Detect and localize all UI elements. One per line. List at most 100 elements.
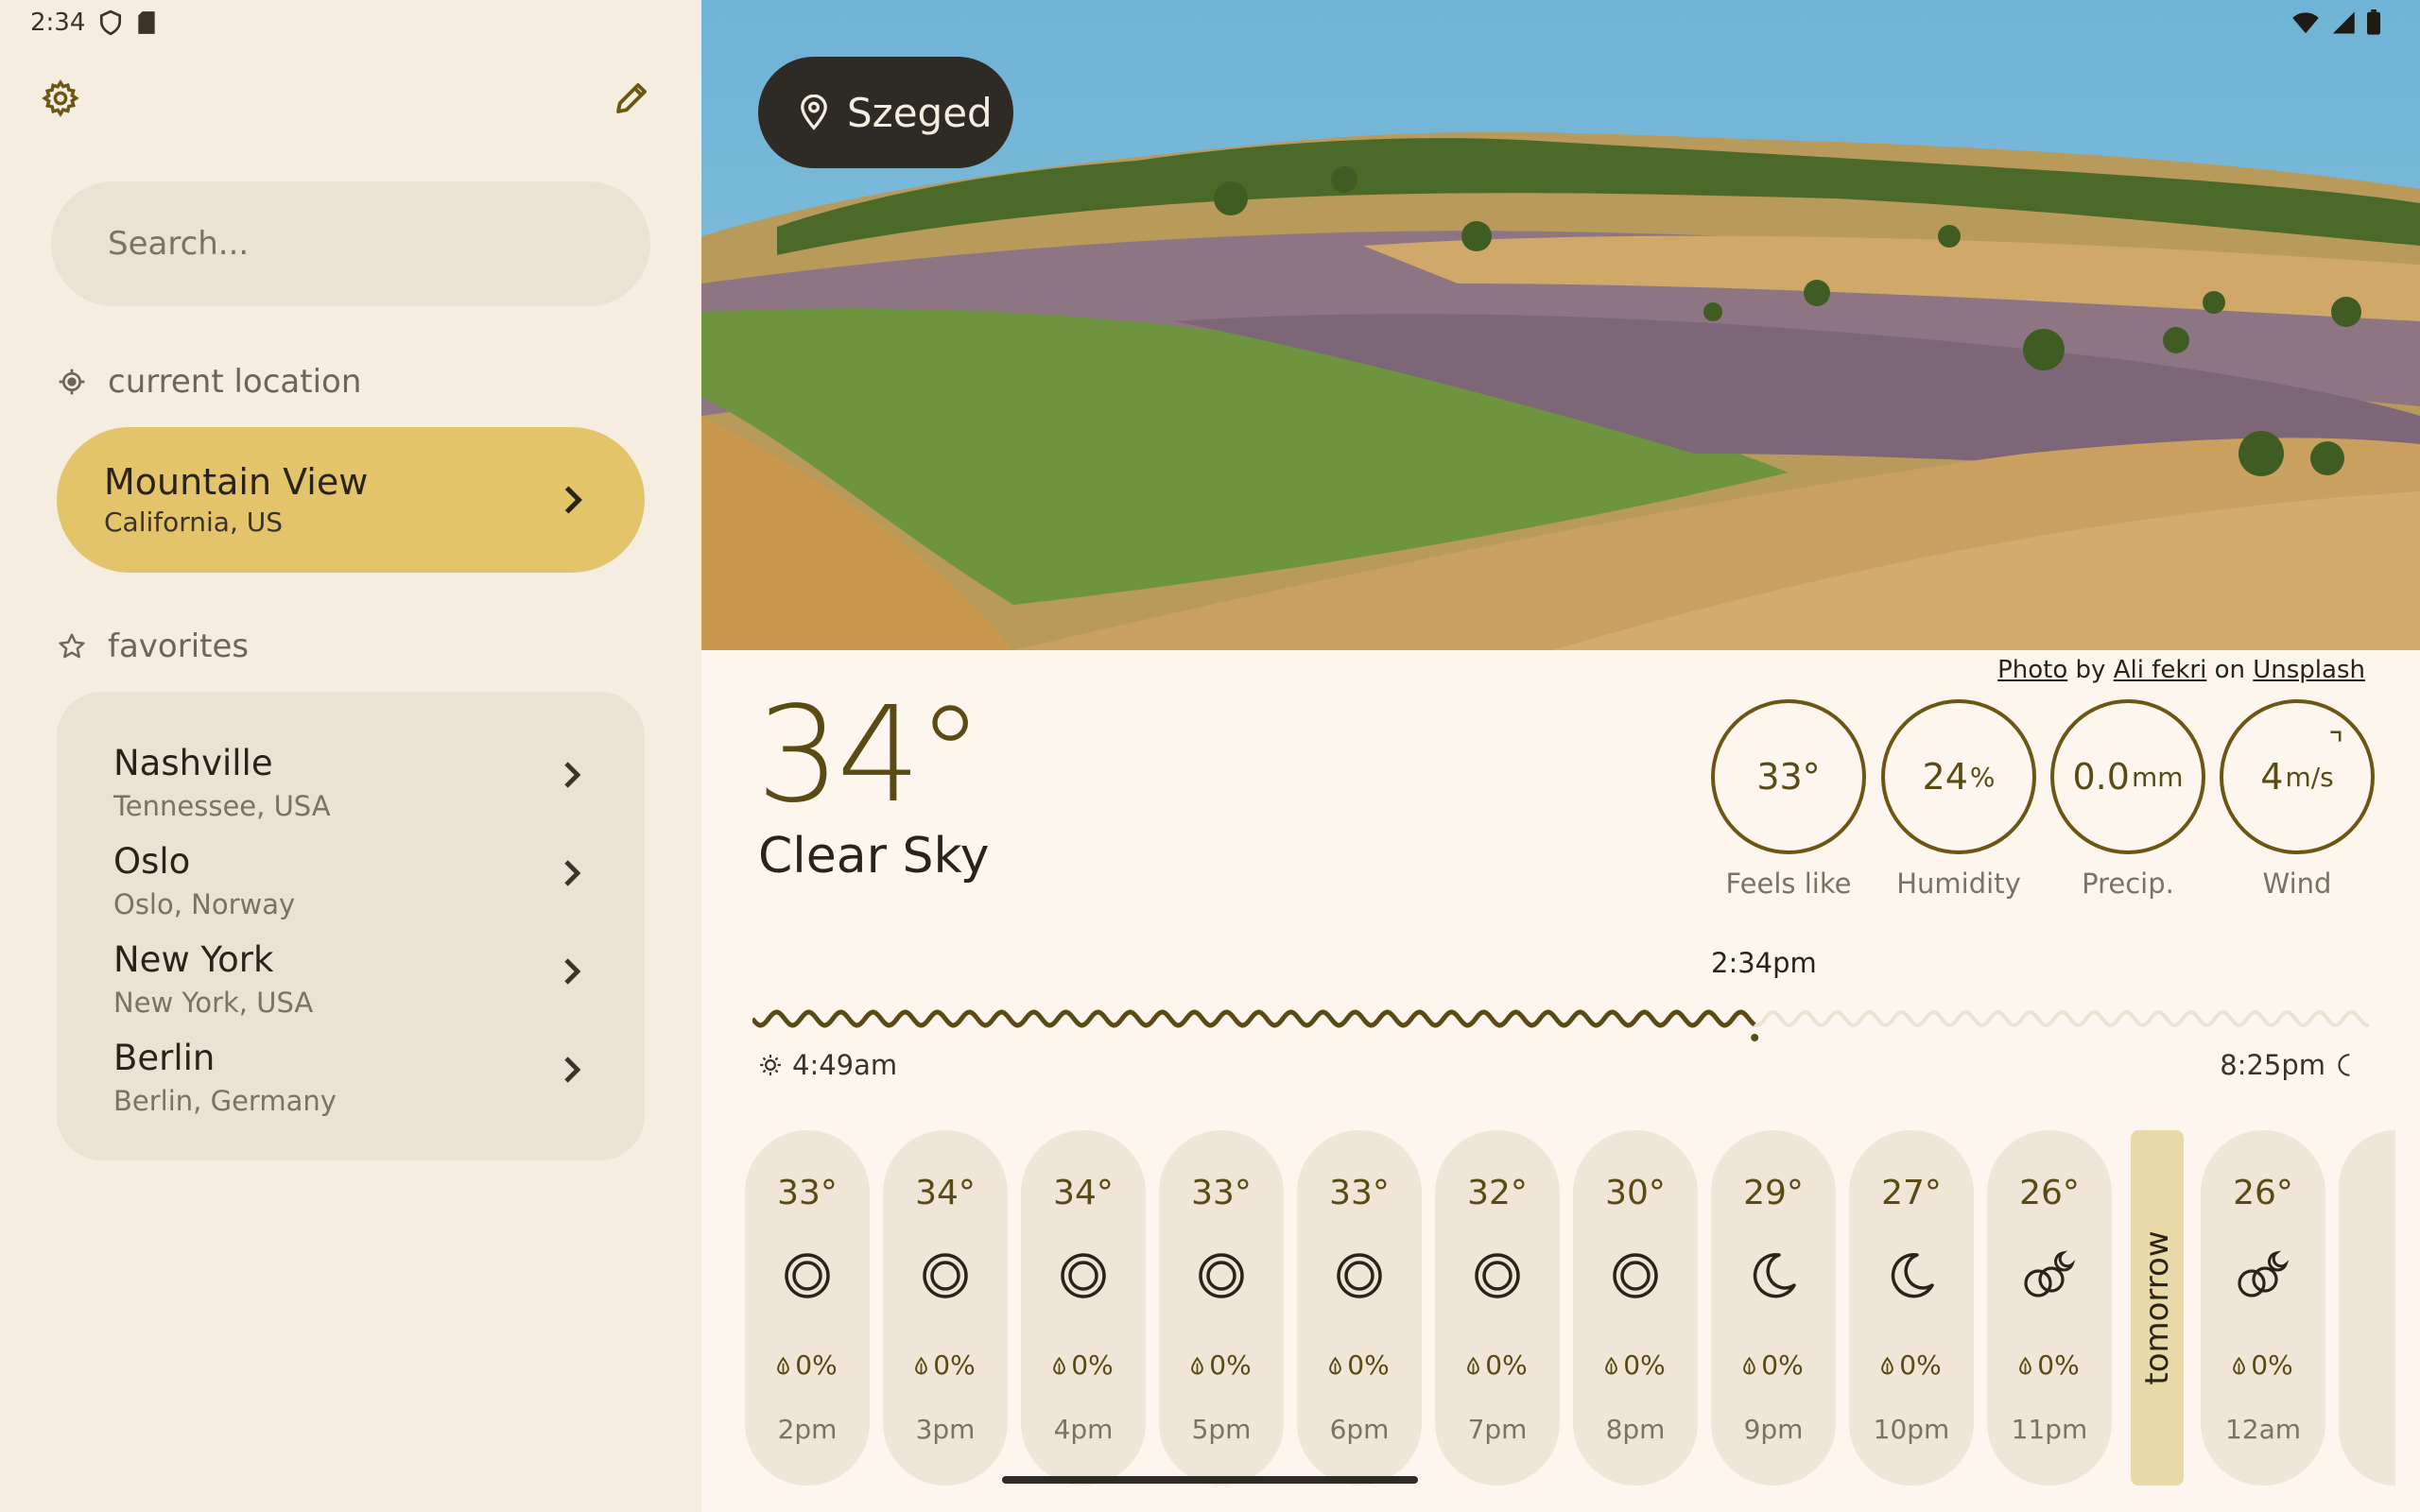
hour-card[interactable]: 26° 0% 11pm <box>1987 1130 2112 1486</box>
hour-temp: 29° <box>1743 1174 1804 1212</box>
hour-precip: 0% <box>1573 1349 1698 1381</box>
moon-small-icon <box>2338 1054 2350 1076</box>
humidity-circle: 24% <box>1881 699 2036 854</box>
sun-icon <box>1193 1247 1250 1304</box>
favorite-item-berlin[interactable]: Berlin Berlin, Germany <box>57 1038 645 1136</box>
hour-precip: 0% <box>1021 1349 1146 1381</box>
sunset-time: 8:25pm <box>2220 1049 2325 1081</box>
search-input[interactable]: Search... <box>51 181 650 306</box>
favorites-header: favorites <box>57 627 249 665</box>
sunrise: 4:49am <box>758 1049 897 1081</box>
current-location-card[interactable]: Mountain View California, US <box>57 427 645 573</box>
sun-small-icon <box>760 1055 781 1075</box>
hour-precip-value: 0% <box>1485 1349 1528 1381</box>
sun-icon <box>1607 1247 1664 1304</box>
hour-label: 10pm <box>1873 1414 1950 1445</box>
favorite-city-region: Tennessee, USA <box>113 790 331 822</box>
feels-like-circle: 33° <box>1711 699 1866 854</box>
hour-temp: 33° <box>1191 1174 1252 1212</box>
sidebar: 2:34 Search... current location Mountain… <box>0 0 701 1512</box>
location-chip[interactable]: Szeged <box>758 57 1013 168</box>
hour-temp: 26° <box>2233 1174 2293 1212</box>
precip-value: 0.0 <box>2072 756 2130 798</box>
status-bar-right <box>2291 9 2382 36</box>
wind-unit: m/s <box>2285 761 2334 793</box>
gesture-nav-bar[interactable] <box>1002 1476 1418 1484</box>
hour-precip-value: 0% <box>1209 1349 1252 1381</box>
current-location-label: current location <box>108 363 362 401</box>
chevron-right-icon <box>564 958 581 985</box>
partly-cloudy-night-icon <box>2021 1247 2078 1304</box>
favorite-item-nashville[interactable]: Nashville Tennessee, USA <box>57 743 645 841</box>
chevron-right-icon <box>564 486 582 514</box>
photo-credit: Photo by Ali fekri on Unsplash <box>1997 656 2365 684</box>
current-city-name: Mountain View <box>104 461 369 503</box>
hour-label: 8pm <box>1605 1414 1666 1445</box>
hour-card[interactable]: 29° 0% 9pm <box>1711 1130 1836 1486</box>
map-pin-icon <box>801 94 827 130</box>
shield-icon <box>100 9 122 36</box>
hour-card[interactable]: 33° 0% 6pm <box>1297 1130 1422 1486</box>
hour-precip-value: 0% <box>1623 1349 1666 1381</box>
favorite-item-new-york[interactable]: New York New York, USA <box>57 939 645 1038</box>
photo-link[interactable]: Photo <box>1997 656 2067 684</box>
hour-precip-value: 0% <box>1347 1349 1390 1381</box>
humidity-unit: % <box>1969 761 1996 793</box>
hour-card[interactable]: 33° 0% 2pm <box>745 1130 870 1486</box>
hour-card[interactable]: 30° 0% 8pm <box>1573 1130 1698 1486</box>
hour-temp: 30° <box>1605 1174 1666 1212</box>
unsplash-link[interactable]: Unsplash <box>2253 656 2365 684</box>
star-icon <box>59 633 85 659</box>
crosshair-icon <box>59 369 85 395</box>
hour-temp: 32° <box>1467 1174 1528 1212</box>
settings-button[interactable] <box>30 68 91 129</box>
hour-precip: 0% <box>1849 1349 1974 1381</box>
credit-on: on <box>2214 656 2245 684</box>
hour-card[interactable]: 27° 0% 10pm <box>1849 1130 1974 1486</box>
sunset: 8:25pm <box>2220 1049 2356 1081</box>
status-bar-left: 2:34 <box>30 8 157 38</box>
hour-label: 12am <box>2224 1414 2302 1445</box>
weather-condition: Clear Sky <box>758 828 990 885</box>
hour-card[interactable]: 33° 0% 5pm <box>1159 1130 1284 1486</box>
status-time: 2:34 <box>30 9 86 37</box>
hour-precip-value: 0% <box>2251 1349 2293 1381</box>
sun-icon <box>1469 1247 1526 1304</box>
hour-temp: 34° <box>915 1174 976 1212</box>
current-temperature: 34° <box>756 679 983 833</box>
hour-precip-value: 0% <box>1071 1349 1114 1381</box>
partly-cloudy-night-icon <box>2235 1247 2291 1304</box>
hour-card[interactable]: 34° 0% 4pm <box>1021 1130 1146 1486</box>
hour-card[interactable]: 32° 0% 7pm <box>1435 1130 1560 1486</box>
hour-label: 5pm <box>1191 1414 1252 1445</box>
battery-icon <box>2367 9 2380 35</box>
precip-label: Precip. <box>2082 868 2174 900</box>
edit-button[interactable] <box>601 68 662 129</box>
hour-precip: 0% <box>1297 1349 1422 1381</box>
favorite-city-name: New York <box>113 939 274 980</box>
chevron-right-icon <box>564 762 581 788</box>
feels-like-value: 33° <box>1756 756 1821 798</box>
favorite-item-oslo[interactable]: Oslo Oslo, Norway <box>57 841 645 939</box>
hour-precip: 0% <box>1711 1349 1836 1381</box>
chevron-right-icon <box>564 1057 581 1083</box>
author-link[interactable]: Ali fekri <box>2114 656 2207 684</box>
hour-precip-value: 0% <box>1761 1349 1804 1381</box>
now-dot <box>1751 1034 1759 1041</box>
hour-card-partial[interactable] <box>2339 1130 2395 1486</box>
hour-precip: 0% <box>1987 1349 2112 1381</box>
hour-temp: 33° <box>1329 1174 1390 1212</box>
hour-precip-value: 0% <box>2037 1349 2080 1381</box>
precip-circle: 0.0 mm <box>2050 699 2205 854</box>
hour-card[interactable]: 26° 0% 12am <box>2201 1130 2325 1486</box>
favorite-city-name: Berlin <box>113 1038 216 1078</box>
credit-by: by <box>2075 656 2106 684</box>
hour-precip: 0% <box>1435 1349 1560 1381</box>
hour-precip-value: 0% <box>795 1349 838 1381</box>
current-city-region: California, US <box>104 507 284 538</box>
pencil-icon <box>616 83 647 113</box>
hour-card[interactable]: 34° 0% 3pm <box>883 1130 1008 1486</box>
favorite-city-region: Oslo, Norway <box>113 888 296 920</box>
hour-temp: 34° <box>1053 1174 1114 1212</box>
favorite-city-name: Nashville <box>113 743 273 783</box>
